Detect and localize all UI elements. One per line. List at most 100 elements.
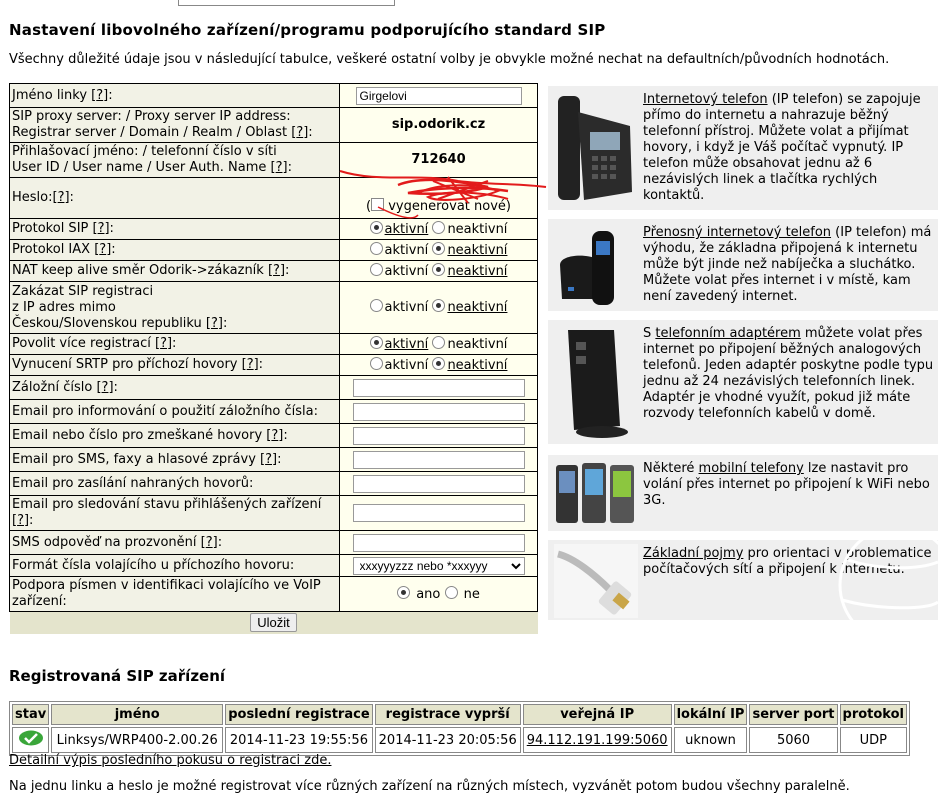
label-proxy: SIP proxy server: / Proxy server IP addr…	[9, 107, 340, 143]
mobile-phones-image	[556, 463, 634, 523]
generate-password-checkbox[interactable]	[371, 198, 385, 211]
sip-active-radio[interactable]	[369, 220, 383, 234]
page-title: Nastavení libovolného zařízení/programu …	[9, 21, 606, 39]
column-header: poslední registrace	[225, 704, 373, 725]
active-label: aktivní	[384, 336, 429, 352]
no-label: ne	[463, 586, 480, 602]
label-letter-support: Podpora písmen v identifikaci volajícího…	[9, 576, 340, 612]
label-number-format: Formát čísla volajícího u příchozího hov…	[9, 554, 340, 577]
label-block-registration: Zakázat SIP registraci z IP adres mimo Čes…	[9, 281, 340, 334]
card-portable-phone: Přenosný internetový telefon (IP telefon…	[548, 219, 938, 311]
adapter-link[interactable]: telefonním adaptérem	[655, 326, 800, 341]
label-login: Přihlašovací jméno: / telefonní číslo v …	[9, 142, 340, 178]
help-link[interactable]: ?	[96, 88, 103, 103]
help-link[interactable]: ?	[211, 316, 218, 331]
column-header: veřejná IP	[522, 704, 672, 725]
help-link[interactable]: ?	[102, 380, 109, 395]
help-link[interactable]: ?	[296, 125, 303, 140]
generate-password-label: vygenerovat nové	[388, 199, 506, 214]
line-name-input[interactable]	[355, 86, 522, 105]
mobile-phones-link[interactable]: mobilní telefony	[699, 461, 804, 476]
email-sms-input[interactable]	[352, 450, 525, 469]
label-email-status: Email pro sledování stavu přihlášených z…	[9, 495, 340, 531]
yes-label: ano	[416, 586, 441, 602]
column-header: stav	[12, 704, 50, 725]
help-link[interactable]: ?	[17, 513, 24, 528]
ip-phone-image	[558, 96, 632, 200]
server-port: 5060	[749, 727, 838, 753]
active-label: aktivní	[384, 300, 429, 315]
label-email-recordings: Email pro zasílání nahraných hovorů:	[9, 471, 340, 496]
basics-link[interactable]: Základní pojmy	[643, 546, 743, 561]
inactive-label: neaktivní	[447, 263, 508, 279]
globe-watermark-icon	[838, 540, 938, 620]
card-text: S	[643, 326, 656, 341]
label-iax: Protokol IAX [?]:	[9, 239, 340, 261]
help-link[interactable]: ?	[273, 263, 280, 278]
email-backup-input[interactable]	[352, 402, 525, 421]
number-format-select[interactable]: xxxyyyzzz nebo *xxxyyy	[352, 556, 525, 575]
column-header: jméno	[51, 704, 224, 725]
email-status-input[interactable]	[352, 504, 525, 522]
card-basics: Základní pojmy pro orientaci v problemat…	[548, 540, 938, 620]
device-name: Linksys/WRP400-2.00.26	[51, 727, 224, 753]
label-email-backup: Email pro informování o použití záložníh…	[9, 399, 340, 424]
srtp-active-radio[interactable]	[369, 356, 383, 370]
help-link[interactable]: ?	[276, 160, 283, 175]
block-inactive-radio[interactable]	[432, 299, 446, 312]
help-link[interactable]: ?	[160, 336, 167, 351]
registration-expires: 2014-11-23 20:05:56	[374, 727, 521, 753]
help-link[interactable]: ?	[271, 428, 278, 443]
help-link[interactable]: ?	[99, 242, 106, 257]
local-ip: uknown	[673, 727, 748, 753]
sip-inactive-radio[interactable]	[432, 220, 446, 234]
help-link[interactable]: ?	[98, 221, 105, 236]
backup-number-input[interactable]	[352, 378, 525, 397]
portable-phone-link[interactable]: Přenosný internetový telefon	[643, 225, 831, 240]
sms-reply-input[interactable]	[352, 533, 525, 552]
help-link[interactable]: ?	[58, 190, 65, 205]
login-value: 712640	[339, 142, 538, 178]
label-multi-registration: Povolit více registrací [?]:	[9, 333, 340, 355]
srtp-inactive-radio[interactable]	[432, 356, 446, 370]
letters-yes-radio[interactable]	[397, 585, 411, 599]
help-link[interactable]: ?	[247, 357, 254, 372]
letters-no-radio[interactable]	[444, 585, 458, 599]
status-cell	[12, 727, 50, 753]
table-row: Linksys/WRP400-2.00.26 2014-11-23 19:55:…	[12, 727, 907, 753]
registration-detail-link[interactable]: Detailní výpis posledního pokusu o regis…	[9, 753, 331, 768]
email-missed-input[interactable]	[352, 426, 525, 445]
nat-active-radio[interactable]	[369, 262, 383, 276]
proxy-value: sip.odorik.cz	[339, 107, 538, 143]
nat-inactive-radio[interactable]	[432, 262, 446, 276]
save-button[interactable]: Uložit	[250, 613, 297, 633]
column-header: lokální IP	[673, 704, 748, 725]
label-sms-reply: SMS odpověď na prozvonění [?]:	[9, 530, 340, 555]
iax-inactive-radio[interactable]	[432, 241, 446, 255]
inactive-label: neaktivní	[447, 336, 508, 352]
top-cut-off-field	[0, 0, 943, 8]
ip-phone-link[interactable]: Internetový telefon	[643, 92, 768, 107]
help-link[interactable]: ?	[265, 452, 272, 467]
intro-text: Všechny důležité údaje jsou v následujíc…	[9, 52, 890, 67]
help-link[interactable]: ?	[206, 535, 213, 550]
multi-inactive-radio[interactable]	[432, 335, 446, 349]
column-header: server port	[749, 704, 838, 725]
phone-adapter-image	[568, 330, 628, 438]
inactive-label: neaktivní	[447, 357, 508, 373]
block-active-radio[interactable]	[369, 299, 383, 312]
card-mobile: Některé mobilní telefony lze nastavit pr…	[548, 455, 938, 531]
network-cable-image	[554, 544, 638, 618]
inactive-label: neaktivní	[447, 300, 508, 315]
inactive-label: neaktivní	[447, 221, 508, 237]
multi-active-radio[interactable]	[369, 335, 383, 349]
registered-devices-title: Registrovaná SIP zařízení	[9, 667, 226, 685]
active-label: aktivní	[384, 357, 429, 373]
public-ip-link[interactable]: 94.112.191.199:5060	[527, 733, 668, 748]
iax-active-radio[interactable]	[369, 241, 383, 255]
active-label: aktivní	[384, 263, 429, 279]
label-line-name: Jméno linky [?]:	[9, 83, 340, 108]
label-nat: NAT keep alive směr Odorik->zákazník [?]…	[9, 260, 340, 282]
email-recordings-input[interactable]	[352, 474, 525, 493]
label-email-missed: Email nebo číslo pro zmeškané hovory [?]…	[9, 423, 340, 448]
